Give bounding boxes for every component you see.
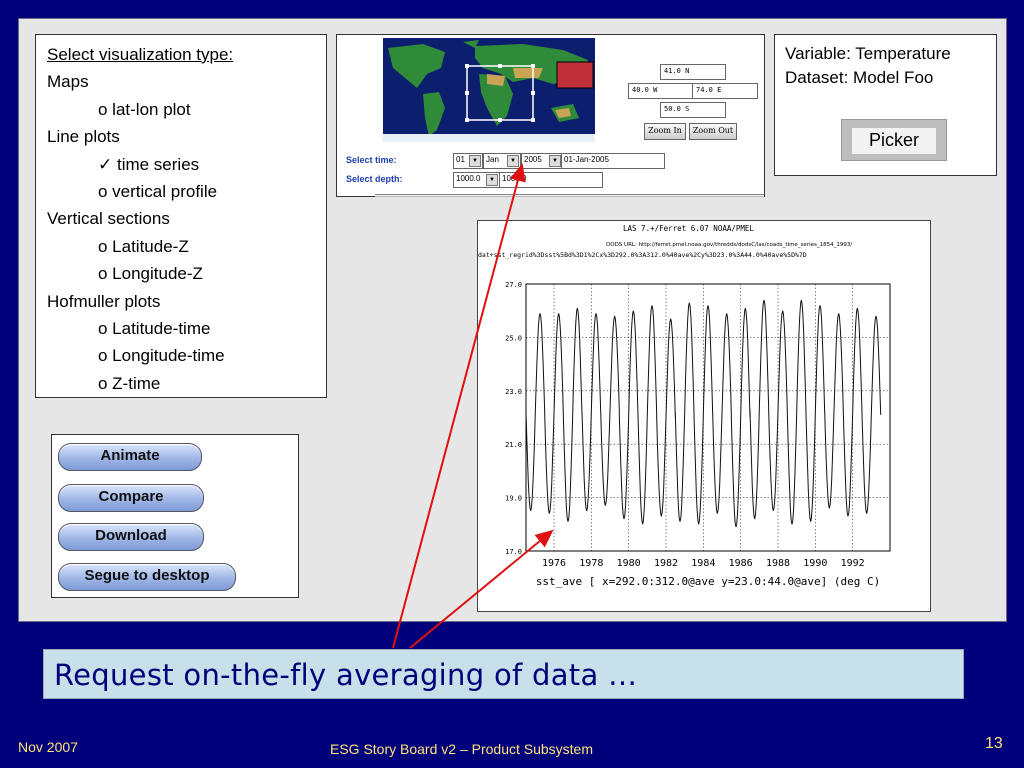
footer-date: Nov 2007 (18, 739, 78, 755)
footer-title: ESG Story Board v2 – Product Subsystem (330, 741, 594, 757)
arrow-to-map-selection (392, 163, 526, 649)
footer-page-number: 13 (985, 735, 1003, 752)
arrow-to-plot (409, 529, 554, 649)
slide-caption: Request on-the-fly averaging of data … (43, 649, 964, 699)
